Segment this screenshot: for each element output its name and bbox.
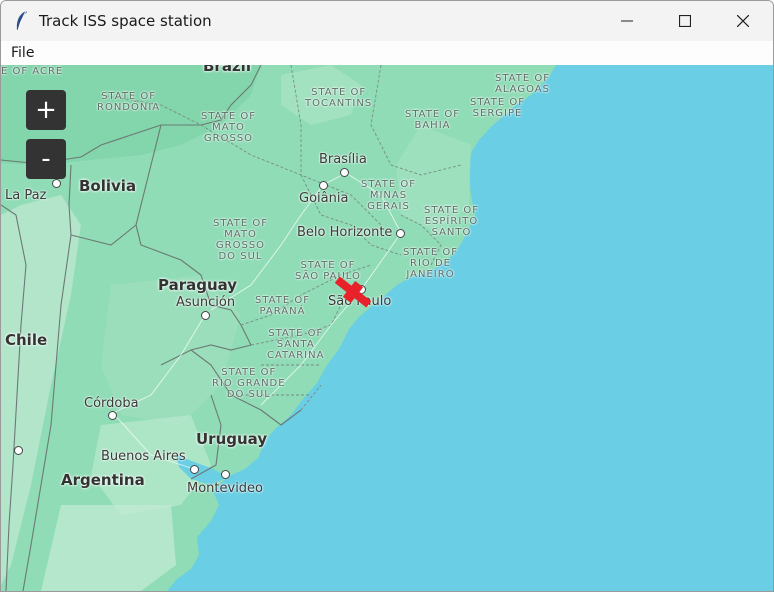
- label-state-bahia: STATE OF BAHIA: [405, 109, 460, 131]
- label-city-la-paz: La Paz: [5, 188, 47, 203]
- map-view[interactable]: Brazil Bolivia Paraguay Chile Uruguay Ar…: [1, 65, 773, 591]
- maximize-icon: [679, 15, 691, 27]
- label-state-rio-de-janeiro: STATE OF RIO DE JANEIRO: [403, 247, 458, 280]
- city-marker-buenos-aires: [190, 465, 199, 474]
- label-state-acre: E OF ACRE: [1, 66, 64, 77]
- city-marker-goiania: [319, 181, 328, 190]
- map-base: [1, 65, 773, 591]
- city-marker-asuncion: [201, 311, 210, 320]
- label-state-tocantins: STATE OF TOCANTINS: [305, 87, 373, 109]
- iss-marker-icon: [334, 276, 372, 308]
- label-city-brasilia: Brasília: [319, 152, 367, 167]
- city-marker-belo-horizonte: [396, 229, 405, 238]
- label-country-bolivia: Bolivia: [79, 177, 137, 195]
- app-window: Track ISS space station File Brazil Boli…: [0, 0, 774, 592]
- menu-bar: File: [1, 41, 773, 65]
- label-state-minas-gerais: STATE OF MINAS GERAIS: [361, 179, 416, 212]
- city-marker-montevideo: [221, 470, 230, 479]
- label-state-espirito-santo: STATE OF ESPÍRITO SANTO: [424, 205, 479, 238]
- close-button[interactable]: [714, 1, 772, 41]
- label-state-sergipe: STATE OF SERGIPE: [470, 97, 525, 119]
- label-state-rio-grande-do-sul: STATE OF RIO GRANDE DO SUL: [212, 367, 286, 400]
- feather-icon: [16, 10, 27, 31]
- label-country-brazil: Brazil: [203, 65, 251, 75]
- label-country-chile: Chile: [5, 331, 48, 349]
- label-city-goiania: Goiânia: [299, 191, 349, 206]
- label-state-mato-grosso: STATE OF MATO GROSSO: [201, 111, 256, 144]
- minimize-icon: [621, 20, 633, 22]
- label-city-buenos-aires: Buenos Aires: [101, 449, 186, 464]
- label-state-rondonia: STATE OF RONDÔNIA: [97, 91, 161, 113]
- minimize-button[interactable]: [598, 1, 656, 41]
- menu-file[interactable]: File: [11, 45, 34, 61]
- label-state-mato-grosso-do-sul: STATE OF MATO GROSSO DO SUL: [213, 218, 268, 262]
- maximize-button[interactable]: [656, 1, 714, 41]
- label-state-alagoas: STATE OF ALAGOAS: [495, 73, 550, 95]
- city-marker-brasilia: [340, 168, 349, 177]
- label-city-asuncion: Asunción: [176, 295, 236, 310]
- zoom-in-button[interactable]: +: [26, 90, 66, 130]
- label-city-montevideo: Montevideo: [187, 481, 264, 496]
- city-marker-santiago: [14, 446, 23, 455]
- label-city-cordoba: Córdoba: [84, 396, 139, 411]
- label-country-argentina: Argentina: [61, 471, 145, 489]
- label-state-santa-catarina: STATE OF SANTA CATARINA: [267, 328, 325, 361]
- close-icon: [737, 15, 749, 27]
- zoom-out-button[interactable]: -: [26, 139, 66, 179]
- label-city-belo-horizonte: Belo Horizonte: [297, 225, 393, 240]
- label-country-paraguay: Paraguay: [158, 276, 238, 294]
- title-bar[interactable]: Track ISS space station: [1, 1, 773, 41]
- city-marker-la-paz: [52, 179, 61, 188]
- city-marker-cordoba: [108, 411, 117, 420]
- label-state-parana: STATE OF PARANÁ: [255, 295, 310, 317]
- window-title: Track ISS space station: [39, 12, 212, 30]
- label-country-uruguay: Uruguay: [196, 430, 268, 448]
